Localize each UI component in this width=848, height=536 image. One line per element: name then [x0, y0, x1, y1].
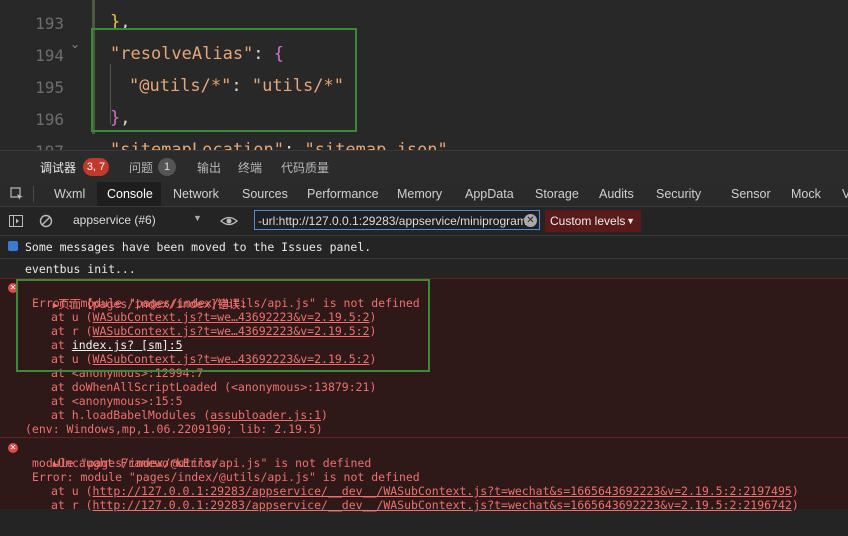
tab-network[interactable]: Network: [173, 182, 219, 206]
env-info: (env: Windows,mp,1.06.2209190; lib: 2.19…: [25, 422, 323, 436]
tab-performance[interactable]: Performance: [307, 182, 379, 206]
line-number: 196: [35, 110, 64, 129]
tab-terminal[interactable]: 终端: [238, 159, 262, 176]
source-link[interactable]: http://127.0.0.1:29283/appservice/__dev_…: [93, 498, 792, 512]
chevron-down-icon[interactable]: ▼: [193, 213, 202, 223]
tab-debugger[interactable]: 调试器: [40, 159, 77, 184]
tab-mock[interactable]: Mock: [791, 182, 821, 206]
tab-audits[interactable]: Audits: [599, 182, 634, 206]
stack-frame: at doWhenAllScriptLoaded (<anonymous>:13…: [51, 380, 377, 394]
message-info-icon: [8, 241, 18, 251]
debugger-count-badge: 3, 7: [83, 158, 109, 176]
issues-count-badge: 1: [158, 158, 176, 176]
editor-highlight-box: [91, 28, 357, 132]
tab-console[interactable]: Console: [97, 182, 161, 206]
code-line: "sitemapLocation": "sitemap.json": [110, 140, 448, 150]
filter-text: -url:http://127.0.0.1:29283/appservice/m…: [258, 214, 527, 228]
divider: [33, 186, 34, 202]
sidebar-toggle-icon[interactable]: [9, 214, 23, 228]
console-message: Some messages have been moved to the Iss…: [0, 238, 848, 258]
line-number: 195: [35, 78, 64, 97]
tab-sensor[interactable]: Sensor: [731, 182, 771, 206]
clear-filter-icon[interactable]: ✕: [524, 214, 537, 227]
inspect-element-icon[interactable]: [10, 187, 24, 201]
source-link[interactable]: assubloader.js:1: [210, 408, 321, 422]
console-toolbar: appservice (#6) ▼ -url:http://127.0.0.1:…: [0, 207, 848, 236]
stack-frame: at u (http://127.0.0.1:29283/appservice/…: [51, 484, 799, 498]
fold-chevron-icon[interactable]: ⌄: [70, 37, 80, 51]
tab-appdata[interactable]: AppData: [465, 182, 514, 206]
panel-tab-bar: 调试器 3, 7 问题 1 输出 终端 代码质量: [0, 150, 848, 184]
tab-overflow[interactable]: V: [842, 182, 848, 206]
tab-code-quality[interactable]: 代码质量: [281, 159, 329, 176]
line-number: 197: [22, 142, 64, 150]
tab-memory[interactable]: Memory: [397, 182, 442, 206]
tab-sources[interactable]: Sources: [242, 182, 288, 206]
stack-frame: at <anonymous>:15:5: [51, 394, 183, 408]
message-text: Some messages have been moved to the Iss…: [25, 240, 372, 254]
message-text: eventbus init...: [25, 262, 136, 276]
line-number: 193: [35, 14, 64, 33]
stack-frame: at r (http://127.0.0.1:29283/appservice/…: [51, 498, 799, 512]
levels-label: Custom levels: [550, 214, 626, 228]
tab-storage[interactable]: Storage: [535, 182, 579, 206]
code-editor[interactable]: 193 194 195 196 197 ⌄ }, "resolveAlias":…: [0, 0, 848, 150]
filter-input[interactable]: -url:http://127.0.0.1:29283/appservice/m…: [254, 210, 540, 230]
line-number-gutter: 193 194 195 196 197 ⌄: [0, 0, 90, 150]
tab-security[interactable]: Security: [656, 182, 701, 206]
stack-frame: at h.loadBabelModules (assubloader.js:1): [51, 408, 328, 422]
console-message: eventbus init...: [0, 258, 848, 279]
error-message[interactable]: ✕ ▶Uncaught FrameworkError module "pages…: [0, 437, 848, 512]
error-line: module "pages/index/@utils/api.js" is no…: [32, 456, 372, 470]
error-line: Error: module "pages/index/@utils/api.js…: [32, 470, 420, 484]
log-levels-dropdown[interactable]: Custom levels ▼: [545, 210, 641, 232]
tab-wxml[interactable]: Wxml: [54, 182, 85, 206]
error-icon: ✕: [8, 443, 18, 453]
console-highlight-box: [16, 279, 430, 372]
line-number: 194: [35, 46, 64, 65]
tab-output[interactable]: 输出: [197, 159, 221, 176]
devtools-tab-bar: Wxml Console Network Sources Performance…: [0, 182, 848, 207]
clear-console-icon[interactable]: [39, 214, 53, 228]
source-link[interactable]: http://127.0.0.1:29283/appservice/__dev_…: [93, 484, 792, 498]
tab-issues[interactable]: 问题: [129, 159, 153, 176]
eye-icon[interactable]: [220, 214, 238, 228]
context-selector[interactable]: appservice (#6): [73, 213, 156, 227]
chevron-down-icon: ▼: [626, 216, 635, 226]
